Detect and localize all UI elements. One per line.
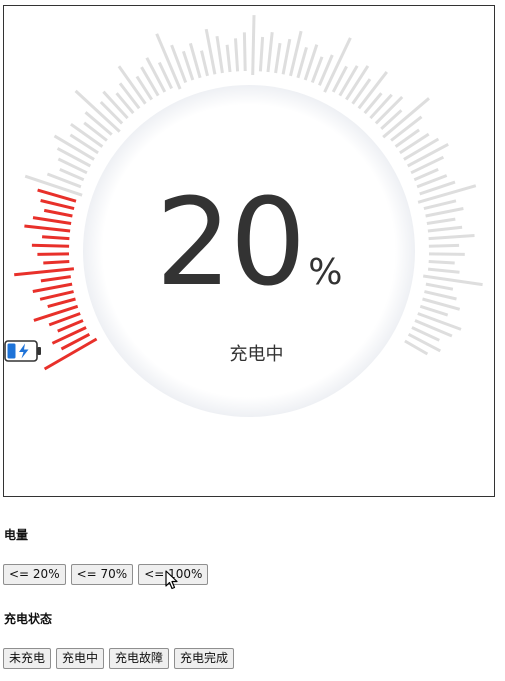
gauge-tick bbox=[145, 57, 167, 93]
gauge-tick bbox=[419, 304, 449, 317]
gauge-tick bbox=[225, 44, 232, 73]
charging-complete-button[interactable]: 充电完成 bbox=[174, 648, 235, 669]
level-20-button[interactable]: <= 20% bbox=[3, 564, 66, 585]
gauge-tick bbox=[69, 133, 99, 155]
gauge-tick bbox=[204, 28, 217, 75]
gauge-tick bbox=[74, 89, 121, 133]
gauge-tick bbox=[351, 78, 372, 105]
gauge-tick bbox=[181, 50, 195, 81]
gauge-tick bbox=[200, 50, 209, 77]
gauge-tick bbox=[215, 35, 224, 74]
battery-percent-value: 20 bbox=[155, 174, 307, 313]
mouse-cursor-icon bbox=[165, 570, 178, 590]
gauge-tick bbox=[258, 36, 265, 72]
gauge-tick bbox=[70, 122, 104, 148]
gauge-tick bbox=[99, 100, 124, 125]
gauge-tick bbox=[369, 93, 393, 120]
gauge-tick bbox=[403, 137, 440, 161]
gauge-tick bbox=[102, 90, 129, 120]
gauge-tick bbox=[234, 38, 240, 72]
gauge-tick bbox=[118, 82, 141, 110]
gauge-tick bbox=[390, 115, 423, 142]
gauge-tick bbox=[345, 65, 370, 101]
gauge-tick bbox=[242, 32, 247, 72]
gauge-tick bbox=[338, 65, 359, 97]
gauge-tick bbox=[281, 38, 292, 75]
status-section-title: 充电状态 bbox=[4, 612, 53, 626]
gauge-tick bbox=[399, 132, 430, 155]
gauge-tick bbox=[84, 111, 113, 136]
percent-unit: % bbox=[308, 252, 343, 293]
status-label: 充电中 bbox=[229, 344, 284, 365]
gauge-tick bbox=[56, 147, 92, 168]
charging-fault-button[interactable]: 充电故障 bbox=[109, 648, 170, 669]
status-button-group: 未充电 充电中 充电故障 充电完成 bbox=[3, 648, 235, 669]
gauge-tick bbox=[140, 66, 160, 97]
value-display: 20% bbox=[4, 184, 494, 304]
gauge-tick bbox=[251, 15, 256, 76]
gauge-tick bbox=[274, 42, 282, 74]
gauge-tick bbox=[296, 46, 308, 79]
not-charging-button[interactable]: 未充电 bbox=[3, 648, 52, 669]
gauge-tick bbox=[417, 312, 462, 331]
battery-gauge: 20% 充电中 bbox=[3, 5, 495, 497]
charging-status: 充电中 bbox=[4, 340, 494, 366]
gauge-tick bbox=[310, 56, 324, 84]
level-70-button[interactable]: <= 70% bbox=[70, 564, 134, 585]
level-section-title: 电量 bbox=[4, 528, 29, 542]
charging-button[interactable]: 充电中 bbox=[56, 648, 105, 669]
gauge-tick bbox=[266, 32, 274, 73]
gauge-tick bbox=[374, 95, 404, 125]
